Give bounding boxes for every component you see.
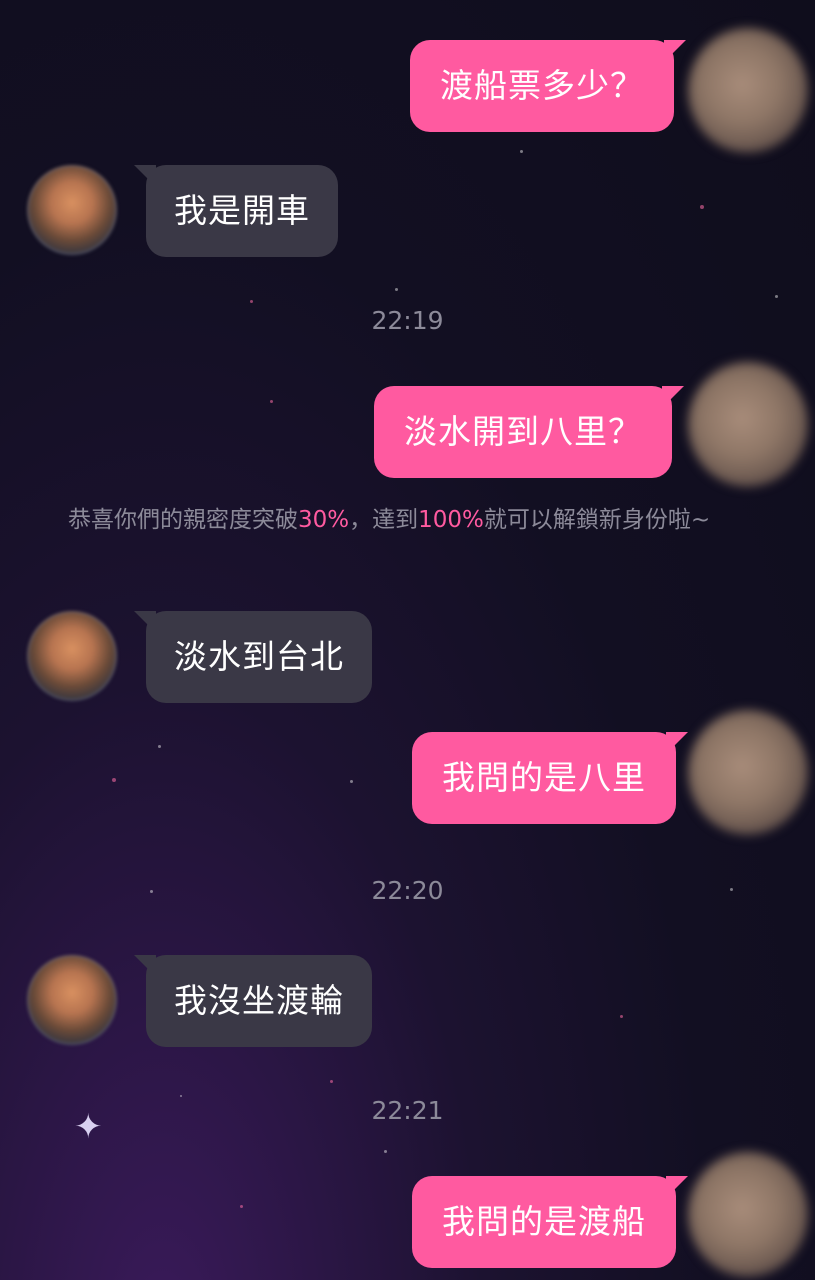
outgoing-message-bubble[interactable]: 淡水開到八里？ <box>374 386 684 478</box>
background-star <box>250 300 253 303</box>
message-text: 我是開車 <box>174 191 310 230</box>
outgoing-message-bubble[interactable]: 我問的是渡船 <box>412 1176 688 1268</box>
background-star <box>620 1015 623 1018</box>
incoming-message-bubble[interactable]: 我是開車 <box>134 165 338 257</box>
background-star <box>520 150 523 153</box>
message-text: 渡船票多少？ <box>440 66 644 105</box>
notice-prefix: 恭喜你們的親密度突破 <box>68 507 298 533</box>
message-timestamp: 22:19 <box>371 306 444 335</box>
bubble-tail <box>134 165 156 187</box>
bubble-tail <box>134 611 156 633</box>
bubble-tail <box>666 732 688 754</box>
self-avatar[interactable] <box>688 362 808 487</box>
bubble-tail <box>664 40 686 62</box>
background-star <box>270 400 273 403</box>
outgoing-message-bubble[interactable]: 我問的是八里 <box>412 732 688 824</box>
bubble-tail <box>134 955 156 977</box>
self-avatar[interactable] <box>688 710 808 835</box>
bubble-tail <box>662 386 684 408</box>
outgoing-message-bubble[interactable]: 渡船票多少？ <box>410 40 686 132</box>
incoming-message-bubble[interactable]: 我沒坐渡輪 <box>134 955 372 1047</box>
background-star <box>330 1080 333 1083</box>
message-text: 我問的是八里 <box>442 758 646 797</box>
message-timestamp: 22:21 <box>371 1096 444 1125</box>
contact-avatar[interactable] <box>27 955 117 1045</box>
message-text: 我問的是渡船 <box>442 1202 646 1241</box>
contact-avatar[interactable] <box>27 165 117 255</box>
message-text: 我沒坐渡輪 <box>174 981 344 1020</box>
notice-middle: ，達到 <box>349 507 419 533</box>
background-star <box>395 288 398 291</box>
intimacy-notice: 恭喜你們的親密度突破30%，達到100%就可以解鎖新身份啦~ <box>68 502 758 538</box>
message-timestamp: 22:20 <box>371 876 444 905</box>
self-avatar[interactable] <box>688 28 808 153</box>
notice-suffix: 就可以解鎖新身份啦~ <box>483 507 711 533</box>
notice-target-percent: 100% <box>418 507 484 533</box>
background-star <box>775 295 778 298</box>
self-avatar[interactable] <box>688 1152 808 1277</box>
notice-current-percent: 30% <box>298 507 350 533</box>
contact-avatar[interactable] <box>27 611 117 701</box>
background-star <box>384 1150 387 1153</box>
background-star <box>240 1205 243 1208</box>
message-text: 淡水到台北 <box>174 637 344 676</box>
incoming-message-bubble[interactable]: 淡水到台北 <box>134 611 372 703</box>
bubble-tail <box>666 1176 688 1198</box>
message-text: 淡水開到八里？ <box>404 412 642 451</box>
background-star <box>158 745 161 748</box>
background-star <box>700 205 704 209</box>
background-star <box>350 780 353 783</box>
background-star <box>112 778 116 782</box>
